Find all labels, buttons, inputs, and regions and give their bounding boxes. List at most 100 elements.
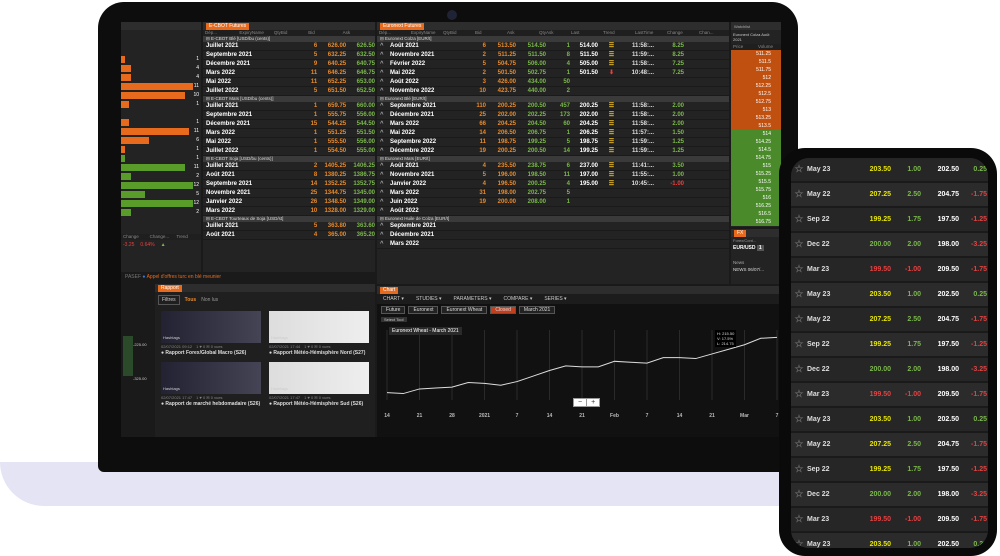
expand-icon[interactable]: ^ [377,207,387,215]
table-row[interactable]: Mai 2022 11 652.25 653.00 [203,78,375,87]
favorite-star-icon[interactable]: ☆ [791,282,807,307]
favorite-star-icon[interactable]: ☆ [791,207,807,232]
ladder-bid-price[interactable]: 514 [731,130,781,138]
ladder-bid-price[interactable]: 515.25 [731,170,781,178]
expand-icon[interactable]: ^ [377,162,387,170]
table-row[interactable]: Mars 2022 10 1328.00 1329.00 [203,207,375,216]
ladder-ask-price[interactable]: 513 [731,106,781,114]
favorite-star-icon[interactable]: ☆ [791,232,807,257]
table-row[interactable]: ^ Août 2021 4 235.50 238.75 6 237.00 ☰ 11:41:...… [377,162,729,171]
zoom-in-button[interactable]: + [586,399,599,406]
watchlist-row[interactable]: ☆ May 23 203.50 1.00 202.50 0.25 [791,158,988,183]
table-row[interactable]: ^ Septembre 2021 [377,222,729,231]
table-row[interactable]: Décembre 2021 15 544.25 544.50 [203,120,375,129]
table-row[interactable]: Mars 2022 11 646.25 646.75 [203,69,375,78]
favorite-star-icon[interactable]: ☆ [791,307,807,332]
table-row[interactable]: ^ Mai 2022 2 501.50 502.75 1 501.50 ⬇ 10:48:... 7… [377,69,729,78]
expand-icon[interactable]: ^ [377,102,387,110]
series-label[interactable]: Euronext Wheat - March 2021 [389,327,462,335]
expand-icon[interactable]: ^ [377,51,387,59]
favorite-star-icon[interactable]: ☆ [791,432,807,457]
expand-icon[interactable]: ^ [377,222,387,230]
table-row[interactable]: Juillet 2022 1 554.50 555.00 [203,147,375,156]
table-row[interactable]: Novembre 2021 25 1344.75 1345.00 [203,189,375,198]
watchlist-row[interactable]: ☆ May 22 207.25 2.50 204.75 -1.75 [791,183,988,208]
table-row[interactable]: ^ Décembre 2021 [377,231,729,240]
watchlist-row[interactable]: ☆ May 22 207.25 2.50 204.75 -1.75 [791,308,988,333]
watchlist-row[interactable]: ☆ Dec 22 200.00 2.00 198.00 -3.25 [791,358,988,383]
favorite-star-icon[interactable]: ☆ [791,182,807,207]
table-row[interactable]: ^ Août 2022 [377,207,729,216]
filter-unread-tab[interactable]: Non lus [201,297,218,303]
favorite-star-icon[interactable]: ☆ [791,382,807,407]
table-row[interactable]: ^ Novembre 2022 10 423.75 440.00 2 [377,87,729,96]
expand-icon[interactable]: ^ [377,171,387,179]
watchlist-row[interactable]: ☆ Mar 23 199.50 -1.00 209.50 -1.75 [791,258,988,283]
ladder-ask-price[interactable]: 512.75 [731,98,781,106]
chart-toolbar-chart[interactable]: CHART ▾ [383,296,404,302]
table-row[interactable]: Septembre 2021 14 1352.25 1352.75 [203,180,375,189]
table-row[interactable]: Juillet 2021 6 626.00 626.50 [203,42,375,51]
watchlist-row[interactable]: ☆ May 23 203.50 1.00 202.50 0.25 [791,283,988,308]
favorite-star-icon[interactable]: ☆ [791,357,807,382]
ladder-bid-price[interactable]: 516.75 [731,218,781,226]
ladder-bid-price[interactable]: 515.75 [731,186,781,194]
chart-toolbar-parameters[interactable]: PARAMETERS ▾ [454,296,492,302]
expand-icon[interactable]: ^ [377,231,387,239]
table-row[interactable]: ^ Septembre 2022 11 198.75 199.25 5 198.75 ☰ 11:… [377,138,729,147]
favorite-star-icon[interactable]: ☆ [791,257,807,282]
table-row[interactable]: Septembre 2021 1 555.75 556.00 [203,111,375,120]
ladder-ask-price[interactable]: 511.75 [731,66,781,74]
report-card[interactable]: Hashtags 02/07/2021 17:44 1 ♥ 0 ✉ 0 vues ● … [269,311,369,356]
watchlist-row[interactable]: ☆ Dec 22 200.00 2.00 198.00 -3.25 [791,483,988,508]
table-row[interactable]: Mai 2022 1 555.50 556.00 [203,138,375,147]
ladder-bid-price[interactable]: 516 [731,194,781,202]
table-row[interactable]: Juillet 2021 5 363.80 363.60 [203,222,375,231]
ladder-ask-price[interactable]: 511.25 [731,50,781,58]
chart-control[interactable]: Closed [490,306,516,314]
ladder-bid-price[interactable]: 514.75 [731,154,781,162]
tab-cbot[interactable]: E-CBOT Futures [206,22,250,30]
expand-icon[interactable]: ^ [377,69,387,77]
news-ticker[interactable]: PASEF ● Appel d'offres turc en blé meuni… [121,273,375,281]
table-row[interactable]: ^ Novembre 2021 5 196.00 198.50 11 197.00 ☰ 11:5… [377,171,729,180]
filter-all-tab[interactable]: Tous [185,297,197,303]
table-row[interactable]: Juillet 2021 1 659.75 660.00 [203,102,375,111]
watchlist-row[interactable]: ☆ Mar 23 199.50 -1.00 209.50 -1.75 [791,508,988,533]
watchlist-row[interactable]: ☆ Dec 22 200.00 2.00 198.00 -3.25 [791,233,988,258]
chart-toolbar-series[interactable]: SERIES ▾ [544,296,566,302]
expand-icon[interactable]: ^ [377,240,387,248]
report-card[interactable]: Hashtags 02/07/2021 09:12 1 ♥ 0 ✉ 0 vues ● … [161,311,261,356]
table-row[interactable]: ^ Février 2022 5 504.75 506.00 4 505.00 ☰ 11:58:… [377,60,729,69]
report-card[interactable]: Hashtags 02/07/2021 17:47 1 ♥ 0 ✉ 0 vues ● … [161,362,261,407]
favorite-star-icon[interactable]: ☆ [791,507,807,532]
table-row[interactable]: Août 2021 8 1380.25 1386.75 [203,171,375,180]
chart-control[interactable]: Future [381,306,406,314]
report-card[interactable]: Hashtags 02/07/2021 17:47 1 ♥ 0 ✉ 0 vues ● … [269,362,369,407]
table-row[interactable]: ^ Mai 2022 14 206.50 206.75 1 206.25 ☰ 11:57:...… [377,129,729,138]
expand-icon[interactable]: ^ [377,78,387,86]
news-source[interactable]: NEWS [733,267,747,272]
expand-icon[interactable]: ^ [377,129,387,137]
expand-icon[interactable]: ^ [377,42,387,50]
table-row[interactable]: ^ Janvier 2022 4 196.50 200.25 4 195.00 ☰ 10:45:… [377,180,729,189]
ladder-ask-price[interactable]: 511.5 [731,58,781,66]
expand-icon[interactable]: ^ [377,180,387,188]
zoom-out-button[interactable]: − [574,399,586,406]
expand-icon[interactable]: ^ [377,147,387,155]
ladder-bid-price[interactable]: 516.25 [731,202,781,210]
tab-rapport[interactable]: Rapport [158,284,182,292]
expand-icon[interactable]: ^ [377,189,387,197]
ladder-bid-price[interactable]: 514.5 [731,146,781,154]
table-row[interactable]: Décembre 2021 9 640.25 640.75 [203,60,375,69]
table-row[interactable]: Août 2021 4 365.00 365.20 [203,231,375,240]
ladder-ask-price[interactable]: 512 [731,74,781,82]
watchlist-row[interactable]: ☆ Sep 22 199.25 1.75 197.50 -1.25 [791,208,988,233]
chart-control[interactable]: Euronext Wheat [441,306,488,314]
expand-icon[interactable]: ^ [377,60,387,68]
table-row[interactable]: ^ Août 2021 6 513.50 514.50 1 514.00 ☰ 11:58:...… [377,42,729,51]
table-row[interactable]: Juillet 2022 5 651.50 652.50 [203,87,375,96]
ladder-bid-price[interactable]: 516.5 [731,210,781,218]
table-row[interactable]: ^ Mars 2022 66 204.25 204.50 60 204.25 ☰ 11:58:.… [377,120,729,129]
table-row[interactable]: ^ Septembre 2021 110 200.25 200.50 457 200.25 ☰… [377,102,729,111]
